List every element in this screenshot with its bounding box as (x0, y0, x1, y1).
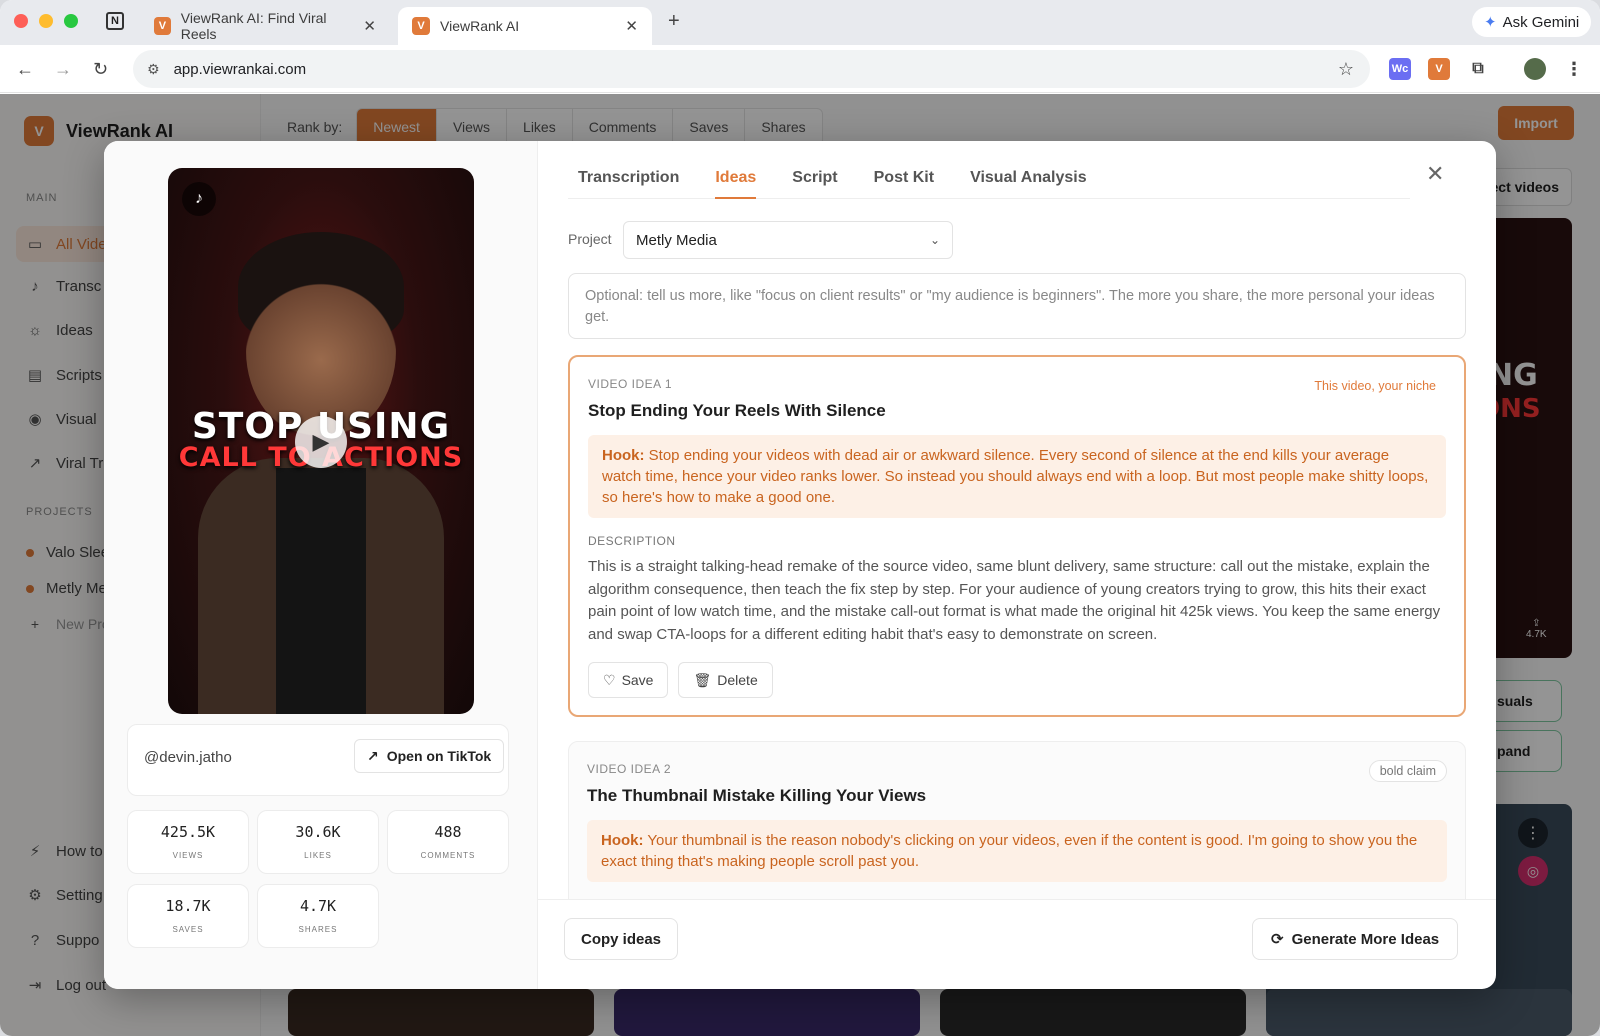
close-window-button[interactable] (14, 14, 28, 28)
stat-saves: 18.7K SAVES (127, 884, 249, 948)
modal-tabs: Transcription Ideas Script Post Kit Visu… (568, 141, 1410, 199)
hook-label: Hook: (601, 832, 644, 849)
video-player[interactable]: ♪ STOP USING CALL TO ACTIONS ▶ (168, 168, 474, 714)
ideas-list[interactable]: VIDEO IDEA 1 This video, your niche Stop… (568, 355, 1466, 899)
project-label: Project (568, 231, 612, 247)
reload-icon[interactable]: ↻ (93, 59, 108, 80)
extension-wc-icon[interactable]: Wc (1389, 58, 1411, 80)
close-icon[interactable]: ✕ (1426, 161, 1444, 187)
browser-window: N V ViewRank AI: Find Viral Reels ✕ V Vi… (0, 0, 1600, 1036)
tab-transcription[interactable]: Transcription (578, 141, 679, 199)
tab-script[interactable]: Script (792, 141, 837, 199)
idea-title: Stop Ending Your Reels With Silence (588, 401, 886, 420)
video-panel: ♪ STOP USING CALL TO ACTIONS ▶ @devin.ja… (104, 141, 538, 989)
browser-tab-active[interactable]: V ViewRank AI ✕ (398, 7, 652, 45)
idea-hook: Hook: Stop ending your videos with dead … (588, 435, 1446, 518)
minimize-window-button[interactable] (39, 14, 53, 28)
ideas-panel: Transcription Ideas Script Post Kit Visu… (538, 141, 1496, 989)
delete-label: Delete (717, 672, 758, 688)
ask-gemini-label: Ask Gemini (1502, 13, 1580, 31)
profile-avatar[interactable] (1524, 58, 1546, 80)
stat-label: VIEWS (172, 851, 204, 860)
url-text: app.viewrankai.com (173, 60, 307, 78)
save-button[interactable]: ♡ Save (588, 662, 669, 698)
browser-menu-icon[interactable]: ⋮ (1563, 58, 1585, 80)
tab-ideas[interactable]: Ideas (715, 141, 757, 199)
idea-number-label: VIDEO IDEA 2 (587, 762, 672, 776)
forward-arrow-icon[interactable]: → (54, 59, 72, 80)
tab-bar: N V ViewRank AI: Find Viral Reels ✕ V Vi… (0, 0, 1600, 45)
idea-actions: ♡ Save 🗑 Delete (588, 662, 1446, 698)
new-tab-icon[interactable]: + (668, 10, 680, 33)
stat-value: 4.7K (299, 897, 337, 915)
project-select[interactable]: Metly Media ⌄ (623, 221, 953, 259)
address-bar[interactable]: ⚙ app.viewrankai.com ☆ (133, 50, 1370, 88)
stat-shares: 4.7K SHARES (257, 884, 379, 948)
idea-hook: Hook: Your thumbnail is the reason nobod… (587, 820, 1447, 882)
tab-title: ViewRank AI (440, 18, 520, 34)
hook-label: Hook: (602, 447, 645, 464)
back-arrow-icon[interactable]: ← (16, 59, 34, 80)
stat-value: 488 (434, 823, 462, 841)
close-tab-icon[interactable]: ✕ (625, 17, 638, 35)
save-label: Save (621, 672, 654, 688)
ask-gemini-button[interactable]: ✦ Ask Gemini (1472, 7, 1592, 37)
stat-likes: 30.6K LIKES (257, 810, 379, 874)
viewrank-favicon-icon: V (412, 17, 430, 35)
stat-views: 425.5K VIEWS (127, 810, 249, 874)
author-handle: @devin.jatho (144, 749, 232, 766)
hook-text: Stop ending your videos with dead air or… (602, 447, 1429, 506)
maximize-window-button[interactable] (64, 14, 78, 28)
extension-viewrank-icon[interactable]: V (1428, 58, 1450, 80)
tiktok-icon: ♪ (182, 182, 216, 216)
browser-tab[interactable]: V ViewRank AI: Find Viral Reels ✕ (140, 7, 390, 45)
stat-label: COMMENTS (420, 851, 476, 860)
browser-toolbar: ← → ↻ ⚙ app.viewrankai.com ☆ Wc V ⧉ ⋮ (0, 45, 1600, 93)
generate-more-label: Generate More Ideas (1291, 930, 1440, 948)
stat-value: 18.7K (165, 897, 211, 915)
extensions-puzzle-icon[interactable]: ⧉ (1467, 58, 1489, 80)
generate-more-ideas-button[interactable]: ⟳ Generate More Ideas (1252, 918, 1459, 960)
copy-ideas-button[interactable]: Copy ideas (564, 918, 679, 960)
idea-tag: This video, your niche (1314, 379, 1436, 393)
stat-comments: 488 COMMENTS (387, 810, 509, 874)
heart-icon: ♡ (603, 671, 616, 688)
stat-label: SAVES (172, 925, 204, 934)
modal-footer: Copy ideas ⟳ Generate More Ideas (538, 899, 1496, 989)
idea-tag: bold claim (1368, 760, 1447, 782)
play-icon[interactable]: ▶ (295, 416, 347, 468)
idea-card: VIDEO IDEA 2 bold claim The Thumbnail Mi… (568, 741, 1466, 899)
hook-text: Your thumbnail is the reason nobody's cl… (601, 832, 1418, 870)
external-link-icon: ↗ (367, 747, 379, 764)
gemini-sparkle-icon: ✦ (1484, 14, 1497, 31)
idea-description: This is a straight talking-head remake o… (588, 558, 1441, 643)
bookmark-star-icon[interactable]: ☆ (1338, 59, 1354, 80)
video-subject-shirt (276, 468, 366, 714)
refresh-icon: ⟳ (1271, 931, 1284, 948)
description-label: DESCRIPTION (588, 534, 676, 548)
project-select-value: Metly Media (636, 231, 717, 249)
author-card: @devin.jatho ↗ Open on TikTok (127, 724, 509, 796)
idea-title: The Thumbnail Mistake Killing Your Views (587, 786, 927, 805)
delete-button[interactable]: 🗑 Delete (678, 662, 773, 698)
tab-title: ViewRank AI: Find Viral Reels (180, 10, 327, 42)
open-on-tiktok-label: Open on TikTok (386, 748, 492, 764)
tab-visual-analysis[interactable]: Visual Analysis (970, 141, 1087, 199)
tab-post-kit[interactable]: Post Kit (874, 141, 934, 199)
trash-icon: 🗑 (693, 671, 712, 688)
stat-label: SHARES (298, 925, 338, 934)
idea-card: VIDEO IDEA 1 This video, your niche Stop… (568, 355, 1466, 717)
viewrank-favicon-icon: V (154, 17, 171, 35)
stat-value: 425.5K (160, 823, 216, 841)
stat-label: LIKES (304, 851, 332, 860)
video-detail-modal: ♪ STOP USING CALL TO ACTIONS ▶ @devin.ja… (104, 141, 1496, 989)
open-on-tiktok-button[interactable]: ↗ Open on TikTok (354, 739, 505, 773)
chevron-down-icon: ⌄ (929, 233, 940, 247)
notion-tab-icon[interactable]: N (106, 12, 124, 30)
stat-value: 30.6K (295, 823, 341, 841)
context-textarea[interactable]: Optional: tell us more, like "focus on c… (568, 273, 1466, 339)
close-tab-icon[interactable]: ✕ (363, 17, 376, 35)
site-settings-icon[interactable]: ⚙ (147, 61, 160, 78)
